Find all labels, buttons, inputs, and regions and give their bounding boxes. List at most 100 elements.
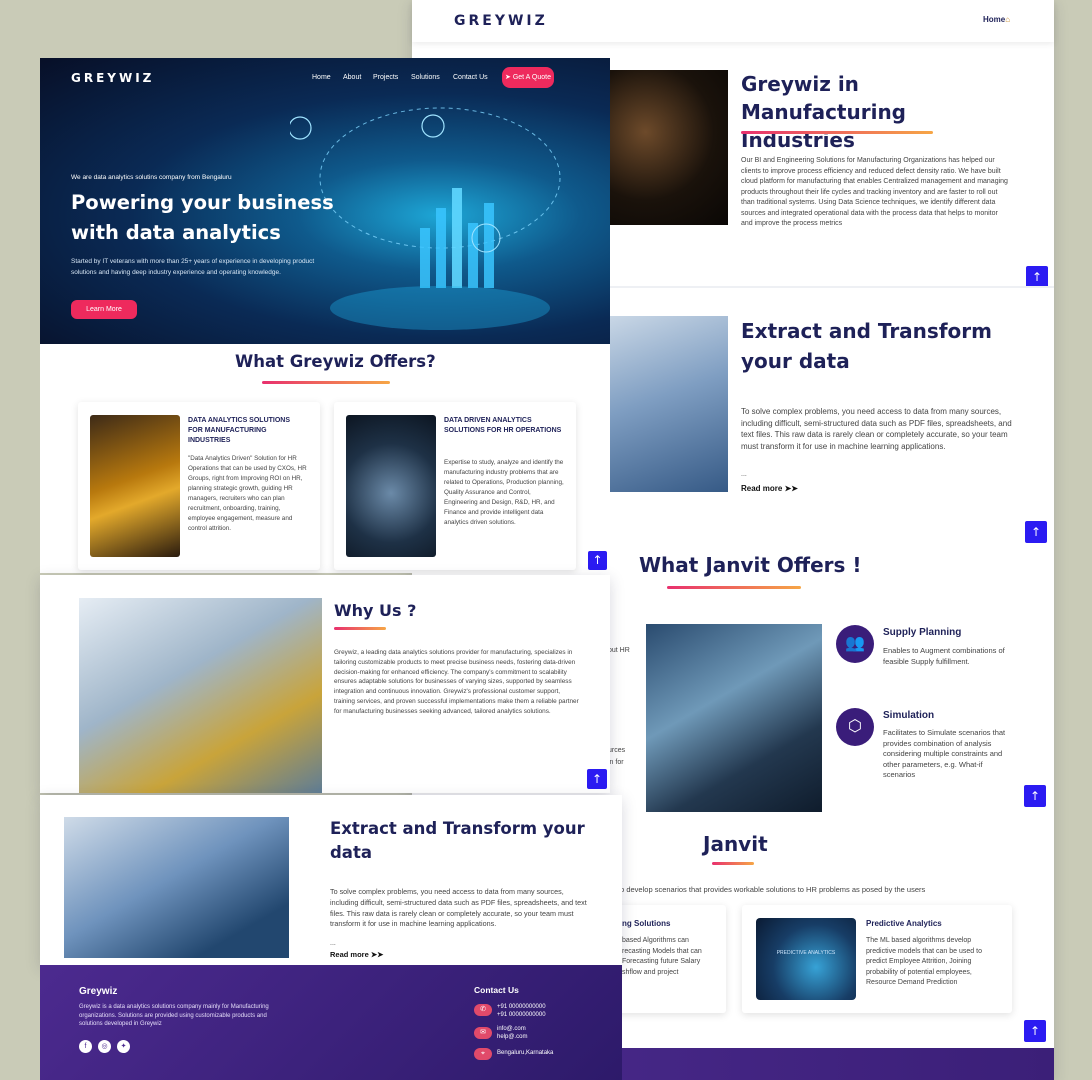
analytics-graphic (290, 107, 561, 330)
front-logo[interactable]: GREYWIZ (71, 71, 154, 85)
facebook-icon[interactable]: f (79, 1040, 92, 1053)
extract-title-front: Extract and Transform your data (330, 819, 585, 862)
read-more-link[interactable]: Read more ➤➤ (330, 950, 383, 959)
extract-body-front: To solve complex problems, you need acce… (330, 887, 587, 929)
janvit-subtitle: es to develop scenarios that provides wo… (608, 885, 926, 894)
scroll-top-button[interactable]: ↑ (1024, 785, 1046, 807)
email-2: help@.com (497, 1034, 528, 1040)
title-underline (741, 131, 933, 134)
contact-title: Contact Us (474, 985, 519, 995)
robot-arm-image (90, 415, 180, 557)
extract-section-front: Extract and Transform your data To solve… (40, 795, 622, 965)
nav-solutions[interactable]: Solutions (411, 74, 440, 81)
scroll-top-button[interactable]: ↑ (1024, 1020, 1046, 1042)
back-logo[interactable]: GREYWIZ (454, 13, 548, 29)
front-page: GREYWIZ Home About Projects Solutions Co… (40, 58, 610, 573)
extract-body-back: To solve complex problems, you need acce… (741, 407, 1012, 451)
back-nav-home[interactable]: Home⌂ (983, 15, 1010, 24)
back-navbar: GREYWIZ Home⌂ (412, 0, 1054, 42)
predictive-analytics-image: PREDICTIVE ANALYTICS (756, 918, 856, 1000)
scroll-top-button[interactable]: ↑ (588, 551, 607, 570)
feature-title: Supply Planning (883, 627, 962, 638)
back-nav-home-label: Home (983, 15, 1006, 24)
extract-title-back: Extract and Transform your data (741, 319, 992, 373)
laptop-data-image (64, 817, 289, 958)
offers-title: What Greywiz Offers? (235, 352, 436, 371)
arrow-up-icon: ↑ (591, 772, 603, 786)
title-underline (334, 627, 386, 630)
footer-email[interactable]: info@.com help@.com (497, 1025, 527, 1041)
extract-ellipsis: ... (741, 471, 747, 478)
people-icon: 👥 (836, 625, 874, 663)
scroll-top-button[interactable]: ↑ (587, 769, 607, 789)
analyst-monitors-image (646, 624, 822, 812)
cut-text: in for (608, 759, 624, 766)
cut-text: out HR (608, 647, 630, 654)
phone-1: +91 00000000000 (497, 1004, 546, 1010)
manufacturing-title: Greywiz in Manufacturing Industries (741, 72, 906, 152)
card-title: Predictive Analytics (866, 919, 942, 928)
arrow-up-icon: ↑ (1029, 1024, 1041, 1038)
hero-kicker: We are data analytics solutins company f… (71, 174, 232, 181)
phone-icon: ✆ (474, 1004, 492, 1016)
scroll-top-button[interactable]: ↑ (1026, 266, 1048, 288)
arrow-up-icon: ↑ (1030, 525, 1042, 539)
title-underline (712, 862, 754, 865)
manufacturing-body: Our BI and Engineering Solutions for Man… (741, 157, 1008, 227)
feature-body: Facilitates to Simulate scenarios that p… (883, 728, 1006, 779)
cut-text: urces (608, 747, 626, 754)
card-body: The ML based algorithms develop predicti… (866, 937, 982, 986)
arrow-up-icon: ↑ (1029, 789, 1041, 803)
janvit-left-card: ng Solutions based Algorithms can recast… (608, 905, 726, 1013)
image-caption: PREDICTIVE ANALYTICS (776, 950, 836, 956)
why-us-section: Why Us ? Greywiz, a leading data analyti… (40, 575, 610, 793)
offer-card-manufacturing: DATA ANALYTICS SOLUTIONS FOR MANUFACTURI… (78, 402, 320, 570)
twitter-icon[interactable]: ✦ (117, 1040, 130, 1053)
extract-ellipsis: ... (330, 940, 336, 947)
cube-icon: ⬡ (836, 708, 874, 746)
offer-card-title: DATA DRIVEN ANALYTICS SOLUTIONS FOR HR O… (444, 417, 562, 434)
footer-location: Bengaluru,Karnataka (497, 1050, 554, 1056)
engineer-tablet-image (79, 598, 322, 793)
laptop-hands-image (610, 316, 728, 492)
offer-card-body: Expertise to study, analyze and identify… (444, 459, 564, 526)
hero-title-line1: Powering your business (71, 191, 334, 214)
arrow-up-icon: ↑ (592, 553, 603, 567)
instagram-icon[interactable]: ◎ (98, 1040, 111, 1053)
footer: Greywiz Greywiz is a data analytics solu… (40, 965, 622, 1080)
footer-about: Greywiz is a data analytics solutions co… (79, 1004, 269, 1027)
title-underline (667, 586, 801, 589)
get-quote-button[interactable]: ➤ Get A Quote (502, 67, 554, 88)
nav-home[interactable]: Home (312, 74, 331, 81)
home-icon: ⌂ (1005, 15, 1011, 24)
nav-projects[interactable]: Projects (373, 74, 398, 81)
offer-card-hr: DATA DRIVEN ANALYTICS SOLUTIONS FOR HR O… (334, 402, 576, 570)
predictive-analytics-card: PREDICTIVE ANALYTICS Predictive Analytic… (742, 905, 1012, 1013)
feature-body: Enables to Augment combinations of feasi… (883, 646, 1005, 666)
janvit-title: Janvit (703, 832, 768, 856)
read-more-link[interactable]: Read more ➤➤ (741, 484, 798, 493)
learn-more-button[interactable]: Learn More (71, 300, 137, 319)
card-body: based Algorithms can recasting Models th… (622, 937, 702, 976)
janvit-offers-title: What Janvit Offers ! (639, 553, 862, 577)
factory-image (610, 70, 728, 225)
why-us-body: Greywiz, a leading data analytics soluti… (334, 649, 579, 715)
title-underline (262, 381, 390, 384)
nav-about[interactable]: About (343, 74, 361, 81)
why-us-title: Why Us ? (334, 601, 417, 620)
feature-title: Simulation (883, 710, 935, 721)
location-icon: ⌖ (474, 1048, 492, 1060)
card-title: ng Solutions (622, 919, 671, 928)
offer-card-body: "Data Analytics Driven" Solution for HR … (188, 455, 307, 532)
phone-2: +91 00000000000 (497, 1012, 546, 1018)
footer-phone[interactable]: +91 00000000000 +91 00000000000 (497, 1003, 546, 1019)
nav-contact[interactable]: Contact Us (453, 74, 488, 81)
scroll-top-button[interactable]: ↑ (1025, 521, 1047, 543)
arrow-up-icon: ↑ (1031, 270, 1043, 284)
hr-hexagon-image (346, 415, 436, 557)
footer-brand: Greywiz (79, 986, 118, 997)
mail-icon: ✉ (474, 1027, 492, 1039)
offers-section: What Greywiz Offers? DATA ANALYTICS SOLU… (40, 344, 610, 573)
offer-card-title: DATA ANALYTICS SOLUTIONS FOR MANUFACTURI… (188, 417, 291, 444)
hero-section: GREYWIZ Home About Projects Solutions Co… (40, 58, 610, 344)
